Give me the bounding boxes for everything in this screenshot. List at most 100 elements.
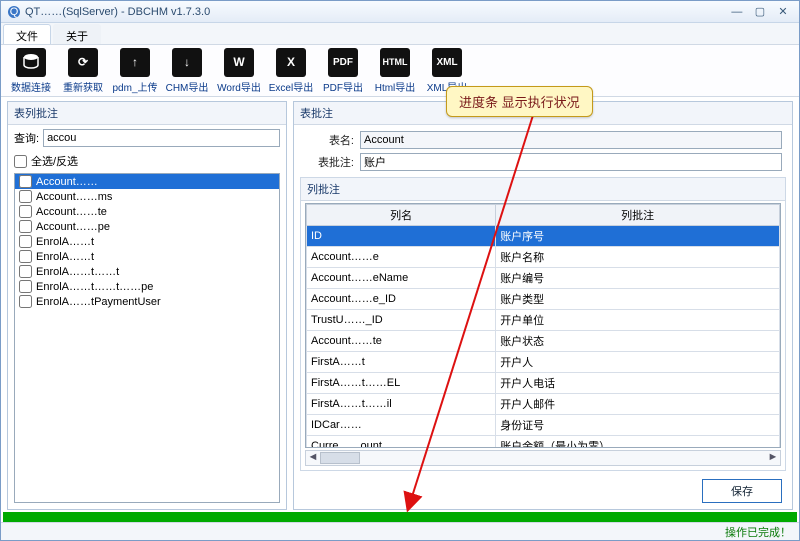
- cell-column-remark[interactable]: 账户名称: [496, 247, 780, 268]
- maximize-button[interactable]: ▢: [750, 5, 770, 18]
- cell-column-remark[interactable]: 开户人电话: [496, 373, 780, 394]
- html-icon: HTML: [380, 48, 410, 77]
- refresh-icon: ⟳: [68, 48, 98, 77]
- scroll-left-icon[interactable]: ◄: [306, 451, 320, 465]
- status-text: 操作已完成！: [725, 524, 791, 540]
- list-item-checkbox[interactable]: [19, 220, 32, 233]
- table-name-label: 表名:: [304, 132, 354, 148]
- select-all-checkbox[interactable]: [14, 155, 27, 168]
- excel-export-button[interactable]: XExcel导出: [267, 47, 315, 95]
- list-item-checkbox[interactable]: [19, 250, 32, 263]
- cell-column-remark[interactable]: 账户类型: [496, 289, 780, 310]
- list-item[interactable]: EnrolA……t: [15, 249, 279, 264]
- cell-column-name: TrustU……_ID: [307, 310, 496, 331]
- app-icon: Q: [7, 5, 21, 19]
- list-item-label: Account……pe: [36, 221, 110, 233]
- table-row[interactable]: Account……te账户状态: [307, 331, 780, 352]
- menu-file[interactable]: 文件: [3, 24, 51, 44]
- table-row[interactable]: FirstA……t……EL开户人电话: [307, 373, 780, 394]
- cell-column-name: FirstA……t……il: [307, 394, 496, 415]
- list-item-label: Account……: [36, 176, 98, 188]
- column-group-title: 列批注: [301, 178, 785, 201]
- table-row[interactable]: Curre……ount账户余额（最小为零）: [307, 436, 780, 449]
- scroll-right-icon[interactable]: ►: [766, 451, 780, 465]
- svg-text:Q: Q: [10, 6, 19, 18]
- table-row[interactable]: FirstA……t……il开户人邮件: [307, 394, 780, 415]
- table-remark-input[interactable]: [360, 153, 782, 171]
- scroll-thumb[interactable]: [320, 452, 360, 464]
- list-item[interactable]: EnrolA……t……t: [15, 264, 279, 279]
- menu-about[interactable]: 关于: [53, 24, 101, 44]
- cell-column-remark[interactable]: 开户人邮件: [496, 394, 780, 415]
- table-row[interactable]: FirstA……t开户人: [307, 352, 780, 373]
- list-item-checkbox[interactable]: [19, 205, 32, 218]
- titlebar[interactable]: Q QT……(SqlServer) - DBCHM v1.7.3.0 — ▢ ✕: [1, 1, 799, 23]
- cell-column-remark[interactable]: 账户编号: [496, 268, 780, 289]
- progress-bar: [3, 512, 797, 522]
- list-item-checkbox[interactable]: [19, 280, 32, 293]
- table-remark-label: 表批注:: [304, 154, 354, 170]
- list-item-checkbox[interactable]: [19, 235, 32, 248]
- cell-column-remark[interactable]: 身份证号: [496, 415, 780, 436]
- table-row[interactable]: Account……eName账户编号: [307, 268, 780, 289]
- list-item[interactable]: Account……pe: [15, 219, 279, 234]
- list-item-label: EnrolA……t: [36, 236, 94, 248]
- callout-tooltip: 进度条 显示执行状况: [446, 86, 593, 117]
- cell-column-remark[interactable]: 账户余额（最小为零）: [496, 436, 780, 449]
- list-item-checkbox[interactable]: [19, 175, 32, 188]
- query-label: 查询:: [14, 130, 39, 146]
- cell-column-name: IDCar……: [307, 415, 496, 436]
- pdf-icon: PDF: [328, 48, 358, 77]
- table-row[interactable]: Account……e账户名称: [307, 247, 780, 268]
- list-item-label: Account……ms: [36, 191, 112, 203]
- cell-column-remark[interactable]: 开户单位: [496, 310, 780, 331]
- column-remark-group: 列批注 列名 列批注 ID账户序号Account……e账户名称Account………: [300, 177, 786, 471]
- col-header-remark[interactable]: 列批注: [496, 205, 780, 226]
- list-item[interactable]: Account……ms: [15, 189, 279, 204]
- html-export-button[interactable]: HTMLHtml导出: [371, 47, 419, 95]
- left-pane: 表列批注 查询: 全选/反选 Account……Account……msAccou…: [7, 101, 287, 510]
- close-button[interactable]: ✕: [773, 5, 793, 18]
- list-item-checkbox[interactable]: [19, 265, 32, 278]
- select-all-label: 全选/反选: [31, 153, 78, 169]
- save-button[interactable]: 保存: [702, 479, 782, 503]
- window-buttons: — ▢ ✕: [727, 5, 793, 18]
- list-item-checkbox[interactable]: [19, 295, 32, 308]
- cell-column-remark[interactable]: 账户序号: [496, 226, 780, 247]
- column-grid[interactable]: 列名 列批注 ID账户序号Account……e账户名称Account……eNam…: [305, 203, 781, 448]
- toolbar: 数据连接 ⟳重新获取 ↑pdm_上传 ↓CHM导出 WWord导出 XExcel…: [1, 45, 799, 97]
- cell-column-remark[interactable]: 账户状态: [496, 331, 780, 352]
- table-list[interactable]: Account…… Account……msAccount……te Account………: [14, 173, 280, 503]
- list-item[interactable]: Account……te: [15, 204, 279, 219]
- main-window: Q QT……(SqlServer) - DBCHM v1.7.3.0 — ▢ ✕…: [0, 0, 800, 541]
- cell-column-name: Account……e: [307, 247, 496, 268]
- table-row[interactable]: TrustU……_ID开户单位: [307, 310, 780, 331]
- cell-column-remark[interactable]: 开户人: [496, 352, 780, 373]
- refresh-button[interactable]: ⟳重新获取: [59, 47, 107, 95]
- list-item[interactable]: EnrolA……tPaymentUser: [15, 294, 279, 309]
- table-row[interactable]: IDCar……身份证号: [307, 415, 780, 436]
- list-item[interactable]: Account……: [15, 174, 279, 189]
- xml-icon: XML: [432, 48, 462, 77]
- list-item[interactable]: EnrolA……t: [15, 234, 279, 249]
- right-pane: 表批注 表名: 表批注: 列批注 列名 列批注: [293, 101, 793, 510]
- table-row[interactable]: ID账户序号: [307, 226, 780, 247]
- database-icon: [16, 48, 46, 77]
- word-export-button[interactable]: WWord导出: [215, 47, 263, 95]
- horizontal-scrollbar[interactable]: ◄ ►: [305, 450, 781, 466]
- minimize-button[interactable]: —: [727, 6, 747, 18]
- col-header-name[interactable]: 列名: [307, 205, 496, 226]
- chm-export-button[interactable]: ↓CHM导出: [163, 47, 211, 95]
- left-group-title: 表列批注: [8, 102, 286, 125]
- table-row[interactable]: Account……e_ID账户类型: [307, 289, 780, 310]
- pdm-upload-button[interactable]: ↑pdm_上传: [111, 47, 159, 95]
- cell-column-name: FirstA……t……EL: [307, 373, 496, 394]
- window-title: QT……(SqlServer) - DBCHM v1.7.3.0: [25, 6, 727, 18]
- query-input[interactable]: [43, 129, 280, 147]
- connect-button[interactable]: 数据连接: [7, 47, 55, 95]
- menubar: 文件 关于: [1, 23, 799, 45]
- table-name-input[interactable]: [360, 131, 782, 149]
- list-item[interactable]: EnrolA……t……t……pe: [15, 279, 279, 294]
- pdf-export-button[interactable]: PDFPDF导出: [319, 47, 367, 95]
- list-item-checkbox[interactable]: [19, 190, 32, 203]
